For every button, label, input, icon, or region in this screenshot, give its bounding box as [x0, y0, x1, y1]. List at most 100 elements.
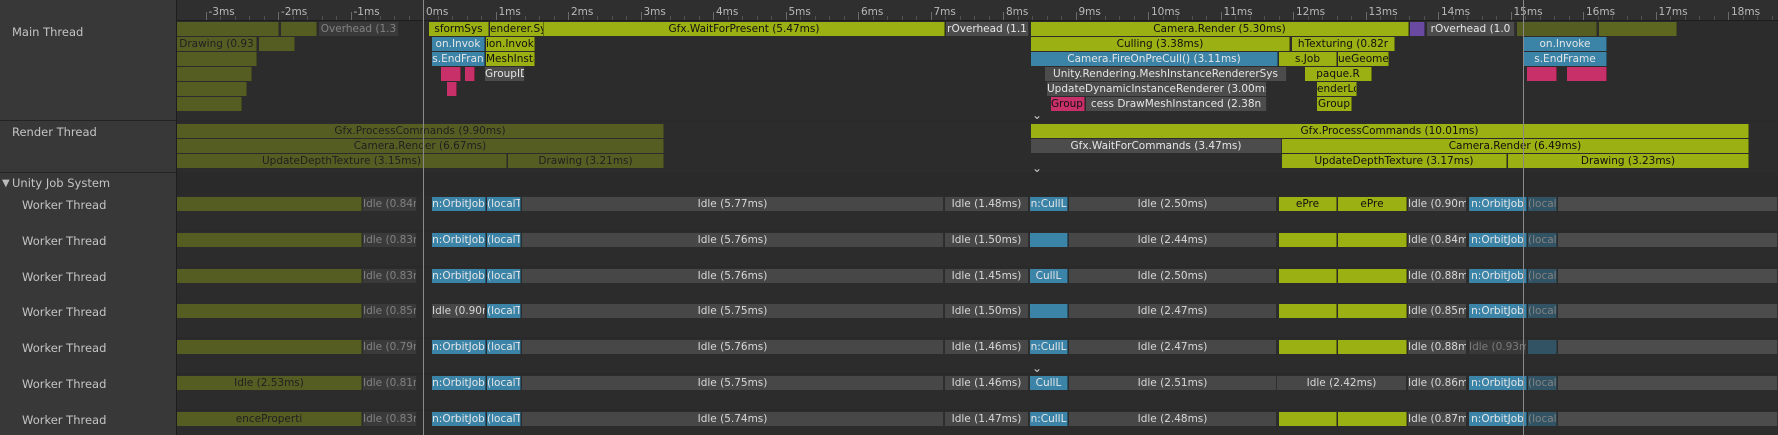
cull-job-sample[interactable]: n:CullL — [1030, 340, 1068, 354]
job-sample[interactable] — [1279, 412, 1337, 426]
overhead-sample[interactable]: rOverhead (1.0 — [1427, 22, 1515, 36]
end-frame-sample[interactable]: s.EndFran — [432, 52, 485, 66]
orbit-job-sample[interactable]: n:OrbitJob — [1469, 269, 1527, 283]
idle-sample[interactable]: Idle (0.83ms) — [363, 269, 417, 283]
idle-sample[interactable]: Idle (2.44ms) — [1069, 233, 1277, 247]
culling-sample[interactable]: Culling (3.38ms) — [1031, 37, 1290, 51]
job-sample[interactable] — [1338, 233, 1407, 247]
wait-for-commands-sample[interactable]: Gfx.WaitForCommands (3.47ms) — [1031, 139, 1282, 153]
orbit-job-sample[interactable]: n:OrbitJob — [432, 269, 486, 283]
job-sample[interactable]: ePre — [1338, 197, 1407, 211]
track-label-render-thread[interactable]: Render Thread — [12, 125, 97, 139]
idle-sample[interactable] — [1558, 197, 1778, 211]
idle-sample[interactable] — [1558, 376, 1778, 390]
cull-job-sample[interactable]: CullL — [1030, 376, 1068, 390]
orbit-job-sample[interactable]: Idle (0.90ms) — [432, 304, 486, 318]
idle-sample[interactable]: Idle (0.83ms) — [363, 233, 417, 247]
job-sample[interactable] — [1338, 304, 1407, 318]
process-commands-sample[interactable]: Gfx.ProcessCommands (10.01ms) — [1031, 124, 1749, 138]
job-sample[interactable]: Idle (2.53ms) — [177, 376, 362, 390]
cull-job-sample[interactable]: n:CullL — [1030, 197, 1068, 211]
profiler-sample[interactable] — [1517, 22, 1597, 36]
chevron-down-icon[interactable]: ⌄ — [1032, 109, 1042, 121]
idle-sample[interactable] — [1558, 340, 1778, 354]
invoke-sample[interactable]: on.Invok — [432, 37, 485, 51]
orbit-job-sample[interactable]: n:OrbitJob — [432, 197, 486, 211]
idle-sample[interactable]: Idle (2.42ms) — [1277, 376, 1407, 390]
orbit-job-sample[interactable]: n:OrbitJob — [1469, 376, 1527, 390]
idle-sample[interactable]: Idle (1.50ms) — [945, 233, 1029, 247]
group-id-sample[interactable]: GroupID — [1051, 97, 1085, 111]
job-sample[interactable] — [177, 233, 362, 247]
local-transform-sample[interactable]: (localT — [487, 304, 521, 318]
idle-sample[interactable]: Idle (1.46ms) — [945, 340, 1029, 354]
timeline-view[interactable]: -3ms -2ms -1ms 0ms 1ms 2ms 3ms 4ms 5ms 6ms 7ms 8ms 9… — [177, 0, 1778, 435]
local-transform-sample[interactable]: (localT — [487, 376, 521, 390]
idle-sample[interactable]: Idle (2.50ms) — [1069, 269, 1277, 283]
profiler-sample[interactable] — [1567, 67, 1607, 81]
profiler-sample[interactable] — [465, 67, 475, 81]
orbit-job-sample[interactable]: n:OrbitJob — [1469, 197, 1527, 211]
job-sample[interactable]: s.Job — [1279, 52, 1337, 66]
job-sample[interactable] — [1338, 412, 1407, 426]
job-sample[interactable] — [1279, 269, 1337, 283]
idle-sample[interactable]: Idle (1.50ms) — [945, 304, 1029, 318]
wait-for-present-sample[interactable]: Gfx.WaitForPresent (5.47ms) — [544, 22, 945, 36]
local-transform-sample[interactable]: (localT — [487, 233, 521, 247]
invoke-sample[interactable]: ion.Invoke — [486, 37, 535, 51]
profiler-sample[interactable] — [177, 82, 247, 96]
end-frame-sample[interactable]: s.EndFrame — [1524, 52, 1607, 66]
idle-sample[interactable]: Idle (0.88ms) — [1408, 269, 1467, 283]
idle-sample[interactable]: Idle (5.76ms) — [522, 269, 944, 283]
orbit-job-sample[interactable]: n:OrbitJob — [1469, 233, 1527, 247]
idle-sample[interactable]: Idle (0.79ms) — [363, 340, 417, 354]
idle-sample[interactable]: Idle (2.51ms) — [1069, 376, 1277, 390]
local-transform-sample[interactable]: (localT — [487, 340, 521, 354]
idle-sample[interactable]: Idle (1.47ms) — [945, 412, 1029, 426]
track-label-worker-2[interactable]: Worker Thread — [22, 234, 106, 248]
job-sample[interactable] — [1279, 233, 1337, 247]
idle-sample[interactable]: Idle (0.88ms) — [1408, 340, 1467, 354]
job-sample[interactable] — [1338, 269, 1407, 283]
orbit-job-sample[interactable]: n:OrbitJob — [432, 340, 486, 354]
mesh-instance-sample[interactable]: MeshInsta — [486, 52, 535, 66]
profiler-sample[interactable] — [447, 82, 457, 96]
local-transform-sample[interactable]: (localT — [1528, 304, 1557, 318]
idle-sample[interactable]: Idle (1.46ms) — [945, 376, 1029, 390]
idle-sample[interactable]: Idle (5.74ms) — [522, 412, 944, 426]
overhead-sample[interactable]: Overhead (1.3 — [319, 22, 399, 36]
frame-marker-line[interactable] — [1523, 0, 1524, 435]
overhead-sample[interactable]: rOverhead (1.1 — [946, 22, 1029, 36]
idle-sample[interactable]: Idle (2.47ms) — [1069, 304, 1277, 318]
orbit-job-sample[interactable]: n:OrbitJob — [1469, 412, 1527, 426]
orbit-job-sample[interactable]: n:OrbitJob — [432, 233, 486, 247]
idle-sample[interactable] — [1558, 269, 1778, 283]
local-transform-sample[interactable]: (localT — [1528, 376, 1557, 390]
job-sample[interactable] — [177, 340, 362, 354]
track-label-worker-6[interactable]: Worker Thread — [22, 377, 106, 391]
idle-sample[interactable]: Idle (5.75ms) — [522, 376, 944, 390]
camera-render-sample[interactable]: Camera.Render (5.30ms) — [1031, 22, 1409, 36]
cull-job-sample[interactable]: CullL — [1030, 269, 1068, 283]
profiler-sample[interactable] — [1410, 22, 1425, 36]
chevron-down-icon[interactable]: ⌄ — [1032, 362, 1042, 374]
local-transform-sample[interactable]: (localT — [487, 412, 521, 426]
update-depth-texture-sample[interactable]: UpdateDepthTexture (3.17ms) — [1282, 154, 1507, 168]
local-transform-sample[interactable]: (localT — [487, 197, 521, 211]
idle-sample[interactable]: Idle (1.45ms) — [945, 269, 1029, 283]
cull-job-sample[interactable]: n:CullL — [1030, 412, 1068, 426]
job-sample[interactable] — [1279, 340, 1337, 354]
profiler-sample[interactable] — [1599, 22, 1677, 36]
render-loop-sample[interactable]: enderLo — [1317, 82, 1357, 96]
idle-sample[interactable]: Idle (2.47ms) — [1069, 340, 1277, 354]
geometry-sample[interactable]: ueGeome — [1338, 52, 1389, 66]
track-label-worker-3[interactable]: Worker Thread — [22, 270, 106, 284]
idle-sample[interactable]: Idle (0.85ms) — [1408, 304, 1467, 318]
idle-sample[interactable]: Idle (0.84ms) — [1408, 233, 1467, 247]
track-label-job-system[interactable]: Unity Job System — [12, 176, 110, 190]
profiler-sample[interactable] — [1527, 67, 1557, 81]
fire-on-pre-cull-sample[interactable]: Camera.FireOnPreCull() (3.11ms) — [1031, 52, 1278, 66]
orbit-job-sample[interactable]: n:OrbitJob — [432, 376, 486, 390]
profiler-sample[interactable] — [177, 22, 279, 36]
idle-sample[interactable]: Idle (1.48ms) — [945, 197, 1029, 211]
